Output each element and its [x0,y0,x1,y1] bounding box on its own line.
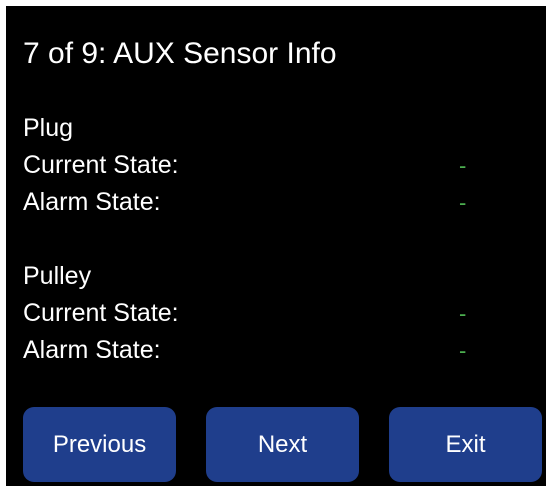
next-button[interactable]: Next [206,407,359,482]
page-title: 7 of 9: AUX Sensor Info [23,37,337,70]
sensor-section-pulley: Pulley Current State: - Alarm State: - [23,258,493,369]
sensor-name: Pulley [23,262,92,290]
alarm-state-row: Alarm State: - [23,184,493,221]
sensor-name-row: Pulley [23,258,493,295]
alarm-state-value: - [459,190,467,215]
alarm-state-label: Alarm State: [23,336,161,364]
sensor-name: Plug [23,114,74,142]
sensor-name-row: Plug [23,110,493,147]
current-state-label: Current State: [23,151,179,179]
alarm-state-value: - [459,338,467,363]
exit-button[interactable]: Exit [389,407,542,482]
current-state-label: Current State: [23,299,179,327]
sensor-section-plug: Plug Current State: - Alarm State: - [23,110,493,221]
previous-button[interactable]: Previous [23,407,176,482]
alarm-state-row: Alarm State: - [23,332,493,369]
current-state-value: - [459,153,467,178]
alarm-state-label: Alarm State: [23,188,161,216]
aux-sensor-info-screen: 7 of 9: AUX Sensor Info Plug Current Sta… [6,6,546,486]
current-state-row: Current State: - [23,147,493,184]
current-state-value: - [459,301,467,326]
current-state-row: Current State: - [23,295,493,332]
